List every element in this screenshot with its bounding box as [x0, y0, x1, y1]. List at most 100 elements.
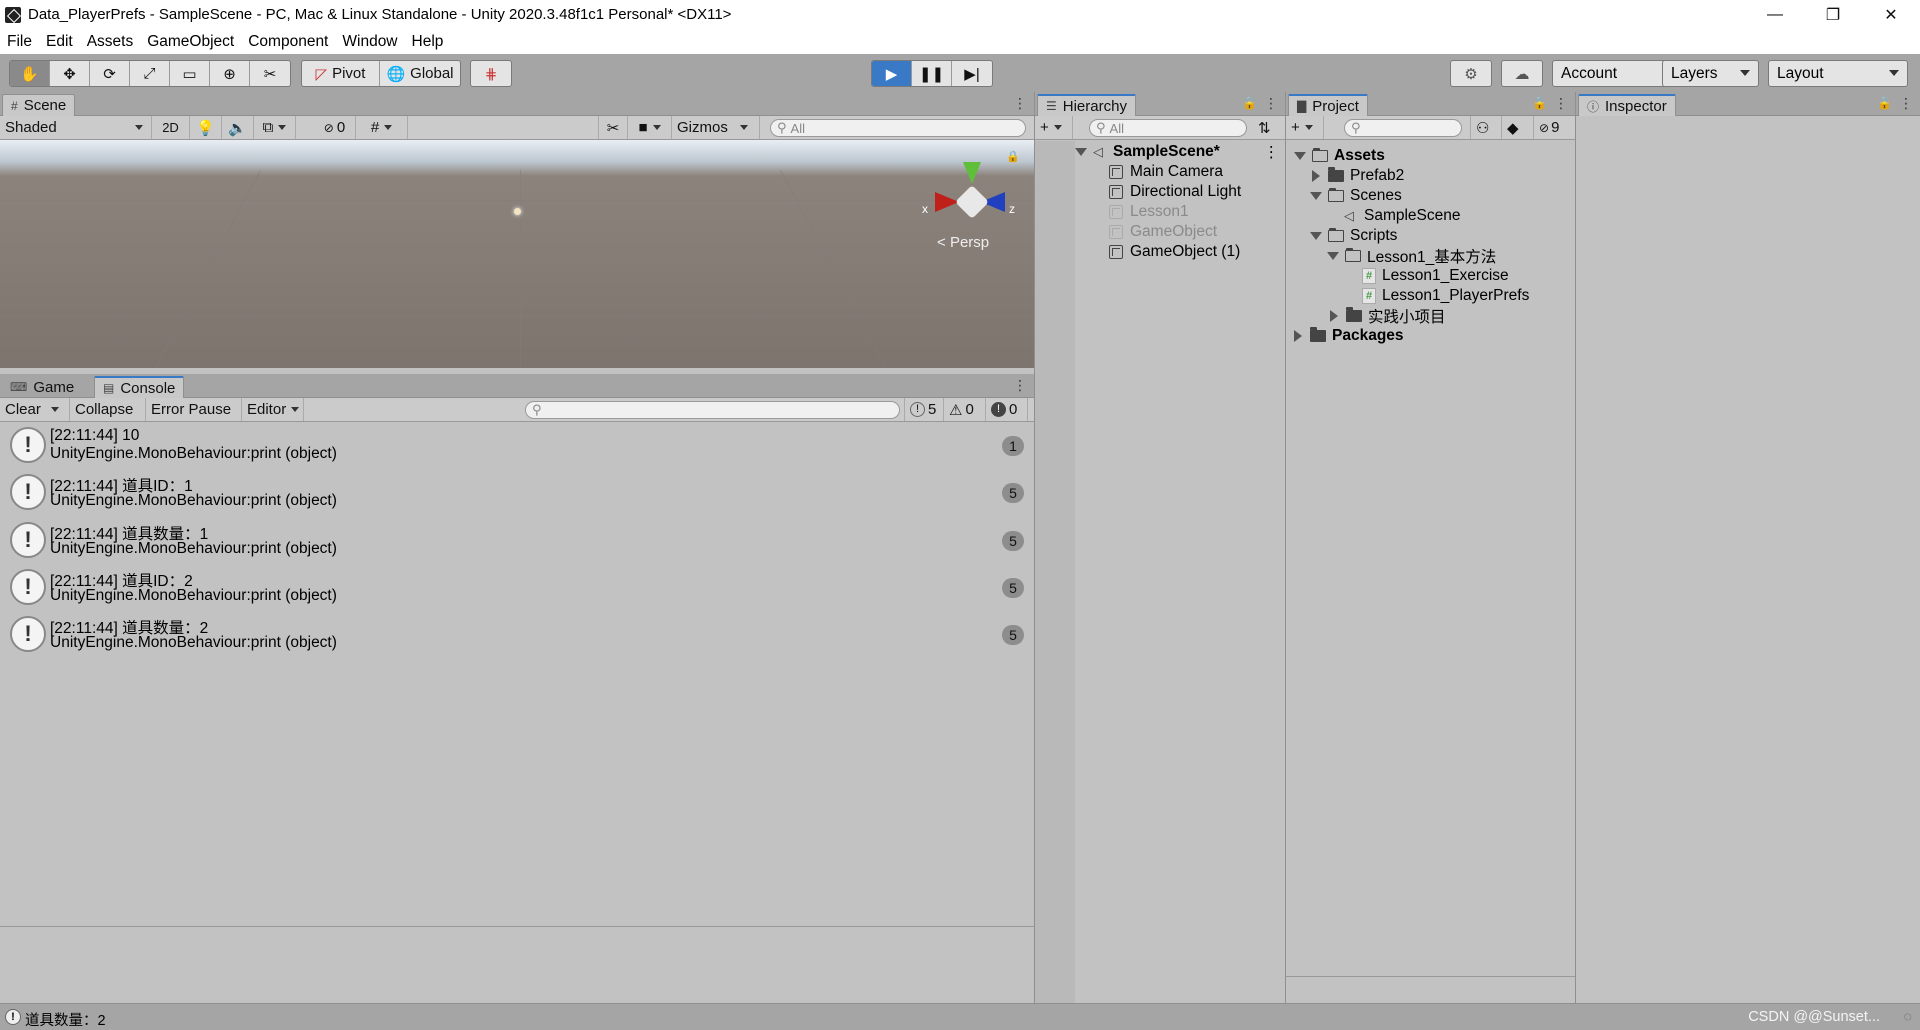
mode-2d-button[interactable]: 2D — [152, 116, 190, 139]
pivot-button[interactable]: ◸ Pivot — [302, 61, 380, 86]
project-asset-lesson1-playerprefs[interactable]: # Lesson1_PlayerPrefs — [1362, 286, 1529, 306]
log-entry[interactable]: ! [22:11:44] 道具数量：2 UnityEngine.MonoBeha… — [0, 611, 1034, 659]
hierarchy-item-directional-light[interactable]: Directional Light — [1109, 182, 1241, 202]
menu-edit[interactable]: Edit — [39, 33, 80, 51]
collab-icon[interactable]: ⚙ — [1450, 60, 1492, 87]
tab-hierarchy[interactable]: ☰ Hierarchy — [1037, 94, 1136, 116]
grid-toggle[interactable]: # — [356, 116, 408, 139]
panel-menu-icon[interactable]: ⋮ — [1013, 95, 1027, 112]
expand-arrow-icon[interactable] — [1075, 148, 1087, 156]
error-filter-toggle[interactable]: ! 0 — [986, 398, 1028, 421]
lighting-icon[interactable]: 💡 — [190, 116, 222, 139]
scene-viewport[interactable]: x z < Persp 🔒 — [0, 140, 1034, 368]
scene-root-item[interactable]: ◁ SampleScene* ⋮ — [1075, 142, 1285, 162]
menu-gameobject[interactable]: GameObject — [140, 33, 241, 51]
scene-search-input[interactable]: ⚲ All — [770, 119, 1026, 137]
project-folder-practice[interactable]: 实践小项目 — [1330, 306, 1446, 326]
tab-console[interactable]: ▤ Console — [94, 376, 185, 398]
log-entry[interactable]: ! [22:11:44] 10 UnityEngine.MonoBehaviou… — [0, 422, 1034, 470]
effects-icon[interactable]: ⧉ — [254, 116, 296, 139]
log-entry[interactable]: ! [22:11:44] 道具数量：1 UnityEngine.MonoBeha… — [0, 517, 1034, 565]
shading-mode-dropdown[interactable]: Shaded — [0, 116, 152, 139]
menu-help[interactable]: Help — [405, 33, 451, 51]
hidden-packages-toggle[interactable]: ⊘ 9 — [1534, 116, 1575, 139]
project-folder-scenes[interactable]: Scenes — [1310, 186, 1402, 206]
menu-assets[interactable]: Assets — [80, 33, 141, 51]
tab-scene[interactable]: # Scene — [2, 94, 76, 116]
error-pause-button[interactable]: Error Pause — [146, 398, 242, 421]
rect-tool-icon[interactable]: ▭ — [170, 61, 210, 86]
layers-dropdown[interactable]: Layers — [1662, 60, 1759, 87]
collapse-arrow-icon[interactable] — [1312, 170, 1320, 182]
step-button[interactable]: ▶| — [952, 61, 992, 86]
scale-tool-icon[interactable]: ⤢ — [130, 61, 170, 86]
expand-arrow-icon[interactable] — [1310, 232, 1322, 240]
close-button[interactable]: ✕ — [1862, 0, 1920, 29]
scene-menu-icon[interactable]: ⋮ — [1264, 143, 1280, 162]
create-dropdown[interactable]: + — [1286, 116, 1324, 139]
pause-button[interactable]: ❚❚ — [912, 61, 952, 86]
move-tool-icon[interactable]: ✥ — [50, 61, 90, 86]
project-folder-prefab2[interactable]: Prefab2 — [1312, 166, 1404, 186]
create-dropdown[interactable]: + — [1035, 116, 1073, 139]
collapse-arrow-icon[interactable] — [1330, 310, 1338, 322]
hierarchy-item-gameobject[interactable]: GameObject — [1109, 222, 1217, 242]
lock-icon[interactable]: 🔒 — [1006, 150, 1020, 163]
hierarchy-search-input[interactable]: ⚲ All — [1089, 119, 1247, 137]
play-button[interactable]: ▶ — [872, 61, 912, 86]
orientation-gizmo[interactable]: x z — [922, 162, 1015, 232]
y-axis-cone[interactable] — [963, 162, 981, 184]
menu-file[interactable]: File — [0, 33, 39, 51]
restore-button[interactable]: ❐ — [1804, 0, 1862, 29]
search-by-type-icon[interactable]: ⚇ — [1470, 116, 1502, 139]
project-folder-packages[interactable]: Packages — [1294, 326, 1404, 346]
tab-inspector[interactable]: ⓘ Inspector — [1578, 94, 1676, 116]
editor-dropdown[interactable]: Editor — [242, 398, 304, 421]
project-folder-lesson1[interactable]: Lesson1_基本方法 — [1327, 246, 1496, 266]
transform-tool-icon[interactable]: ⊕ — [210, 61, 250, 86]
cloud-icon[interactable]: ☁ — [1501, 60, 1543, 87]
hidden-objects-toggle[interactable]: ⊘ 0 — [314, 116, 356, 139]
persp-label[interactable]: < Persp — [937, 234, 989, 251]
lock-icon[interactable]: 🔒 — [1242, 96, 1257, 110]
expand-arrow-icon[interactable] — [1310, 192, 1322, 200]
console-search-input[interactable]: ⚲ — [525, 401, 900, 419]
lock-icon[interactable]: 🔒 — [1532, 96, 1547, 110]
tab-project[interactable]: ▇ Project — [1288, 94, 1368, 116]
project-folder-assets[interactable]: Assets — [1294, 146, 1385, 166]
log-entry[interactable]: ! [22:11:44] 道具ID：1 UnityEngine.MonoBeha… — [0, 469, 1034, 517]
project-folder-scripts[interactable]: Scripts — [1310, 226, 1397, 246]
collapse-button[interactable]: Collapse — [70, 398, 146, 421]
panel-menu-icon[interactable]: ⋮ — [1899, 95, 1913, 112]
log-entry[interactable]: ! [22:11:44] 道具ID：2 UnityEngine.MonoBeha… — [0, 564, 1034, 612]
grid-snap-icon[interactable]: ⋕ — [471, 61, 511, 86]
warning-filter-toggle[interactable]: ⚠ 0 — [944, 398, 986, 421]
panel-menu-icon[interactable]: ⋮ — [1013, 377, 1027, 394]
project-search-input[interactable]: ⚲ — [1344, 119, 1462, 137]
hierarchy-item-lesson1[interactable]: Lesson1 — [1109, 202, 1189, 222]
layout-dropdown[interactable]: Layout — [1768, 60, 1908, 87]
audio-icon[interactable]: 🔈 — [222, 116, 254, 139]
hand-tool-icon[interactable]: ✋ — [10, 61, 50, 86]
menu-window[interactable]: Window — [335, 33, 404, 51]
project-asset-samplescene[interactable]: ◁ SampleScene — [1344, 206, 1461, 226]
gizmo-center-cube[interactable] — [955, 185, 989, 219]
menu-component[interactable]: Component — [241, 33, 335, 51]
expand-arrow-icon[interactable] — [1327, 252, 1339, 260]
console-detail-divider[interactable] — [0, 926, 1034, 927]
hierarchy-item-gameobject-1[interactable]: GameObject (1) — [1109, 242, 1240, 262]
panel-menu-icon[interactable]: ⋮ — [1264, 95, 1278, 112]
gizmos-dropdown[interactable]: Gizmos — [672, 116, 760, 139]
search-by-label-icon[interactable]: ◆ — [1502, 116, 1534, 139]
rotate-tool-icon[interactable]: ⟳ — [90, 61, 130, 86]
camera-icon[interactable]: ■ — [628, 116, 672, 139]
panel-menu-icon[interactable]: ⋮ — [1554, 95, 1568, 112]
collapse-arrow-icon[interactable] — [1294, 330, 1302, 342]
expand-arrow-icon[interactable] — [1294, 152, 1306, 160]
custom-tool-icon[interactable]: ✂ — [250, 61, 290, 86]
project-asset-lesson1-exercise[interactable]: # Lesson1_Exercise — [1362, 266, 1509, 286]
tools-icon[interactable]: ✂ — [598, 116, 628, 139]
minimize-button[interactable]: — — [1746, 0, 1804, 29]
status-bar[interactable]: ! 道具数量：2 CSDN @@Sunset... ◌ — [0, 1003, 1920, 1030]
log-filter-toggle[interactable]: ! 5 — [904, 398, 944, 421]
